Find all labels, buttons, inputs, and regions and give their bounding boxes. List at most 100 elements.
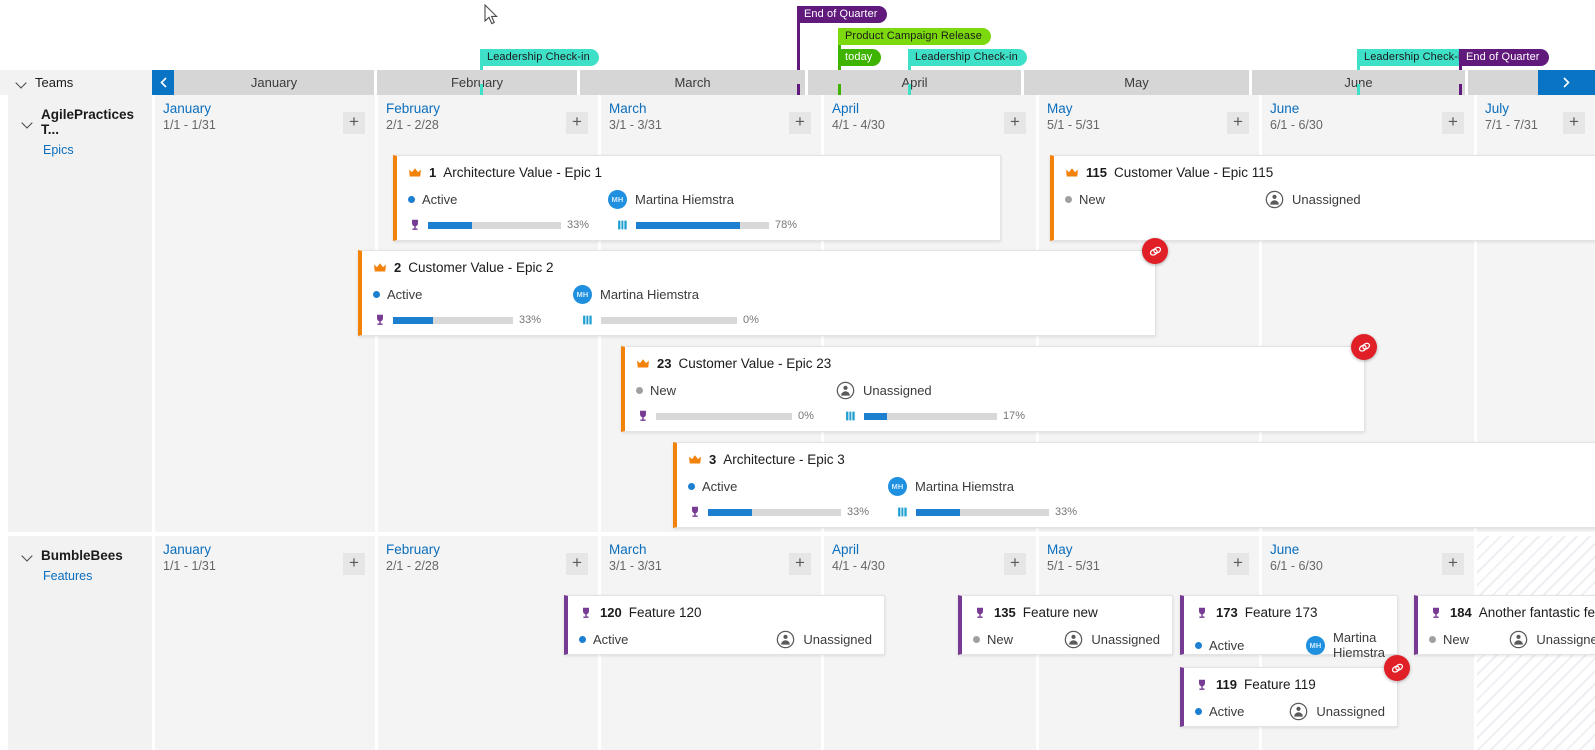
work-item-card[interactable]: 184Another fantastic featureNewUnassigne… <box>1414 595 1595 655</box>
work-item-id: 135 <box>994 605 1016 620</box>
stories-icon <box>581 313 595 327</box>
chevron-down-icon[interactable] <box>22 550 33 561</box>
progress-percent: 33% <box>1055 506 1085 518</box>
card-title-row: 135Feature new <box>973 605 1160 620</box>
add-item-button[interactable]: + <box>343 112 365 134</box>
add-item-button[interactable]: + <box>1563 112 1585 134</box>
work-item-card[interactable]: 2Customer Value - Epic 2ActiveMHMartina … <box>358 250 1156 336</box>
work-item-card[interactable]: 135Feature newNewUnassigned <box>958 595 1173 655</box>
month-cell-header: May5/1 - 5/31+ <box>1039 95 1259 140</box>
add-item-button[interactable]: + <box>1004 553 1026 575</box>
linked-items-badge[interactable] <box>1142 238 1168 264</box>
chevron-down-icon[interactable] <box>16 77 27 88</box>
unassigned-avatar-icon <box>1265 190 1284 209</box>
milestone-marker-band: Leadership Check-inEnd of QuarterProduct… <box>0 0 1595 70</box>
add-item-button[interactable]: + <box>789 553 811 575</box>
linked-items-badge[interactable] <box>1351 334 1377 360</box>
stories-icon <box>844 409 858 423</box>
teams-header[interactable]: Teams <box>0 70 152 95</box>
milestone-tick <box>480 84 483 95</box>
status-dot <box>408 196 415 203</box>
add-item-button[interactable]: + <box>1227 553 1249 575</box>
month-cell-header: April4/1 - 4/30+ <box>824 536 1036 581</box>
card-meta-row: ActiveMHMartina Hiemstra <box>408 190 988 209</box>
card-meta-row: ActiveMHMartina Hiemstra <box>688 477 1595 496</box>
work-item-id: 173 <box>1216 605 1238 620</box>
progress-bar-group: 33% <box>896 505 1085 519</box>
status-badge: New <box>973 632 1064 647</box>
add-item-button[interactable]: + <box>566 553 588 575</box>
assignee-name: Unassigned <box>803 632 872 647</box>
crown-icon <box>688 453 702 467</box>
backlog-level-link[interactable]: Epics <box>43 143 152 157</box>
team-name: BumbleBees <box>41 548 123 563</box>
unassigned-avatar-icon <box>1509 630 1528 649</box>
card-meta-row: ActiveMHMartina Hiemstra <box>373 285 1143 304</box>
chevron-down-icon[interactable] <box>22 117 33 128</box>
assignee: Unassigned <box>836 381 932 400</box>
status-dot <box>579 636 586 643</box>
trophy-icon <box>1195 606 1209 620</box>
assignee: Unassigned <box>1509 630 1595 649</box>
progress-bar-group: 33% <box>373 313 573 327</box>
chevron-left-icon <box>158 76 169 89</box>
chevron-right-icon <box>1561 76 1572 89</box>
next-period-button[interactable] <box>1538 70 1595 95</box>
add-item-button[interactable]: + <box>566 112 588 134</box>
month-header-january: January <box>174 70 374 95</box>
linked-items-badge[interactable] <box>1384 655 1410 681</box>
milestone-marker[interactable]: Leadership Check-in <box>480 49 599 66</box>
work-item-title: Another fantastic feature <box>1479 605 1595 620</box>
status-badge: Active <box>688 479 888 494</box>
work-item-card[interactable]: 119Feature 119ActiveUnassigned <box>1180 667 1398 727</box>
milestone-marker[interactable]: today <box>838 49 881 66</box>
chain-link-icon <box>1357 340 1372 355</box>
progress-percent: 78% <box>775 219 805 231</box>
progress-percent: 33% <box>847 506 877 518</box>
work-item-card[interactable]: 23Customer Value - Epic 23NewUnassigned0… <box>621 346 1365 432</box>
add-item-button[interactable]: + <box>1004 112 1026 134</box>
month-cell-header: June6/1 - 6/30+ <box>1262 536 1474 581</box>
progress-bar-group: 17% <box>844 409 1033 423</box>
work-item-card[interactable]: 1Architecture Value - Epic 1ActiveMHMart… <box>393 155 1001 241</box>
status-dot <box>373 291 380 298</box>
status-badge: Active <box>373 287 573 302</box>
timeline-cells: January1/1 - 1/31+February2/1 - 2/28+Mar… <box>152 95 1595 532</box>
add-item-button[interactable]: + <box>1442 553 1464 575</box>
milestone-marker[interactable]: End of Quarter <box>797 6 887 23</box>
crown-icon <box>636 357 650 371</box>
status-label: New <box>650 383 676 398</box>
work-item-card[interactable]: 3Architecture - Epic 3ActiveMHMartina Hi… <box>673 442 1595 528</box>
milestone-tick <box>797 84 800 95</box>
card-meta-row: New Unassigned <box>636 381 1352 400</box>
add-item-button[interactable]: + <box>1227 112 1249 134</box>
milestone-marker[interactable]: Product Campaign Release <box>838 28 991 45</box>
add-item-button[interactable]: + <box>1442 112 1464 134</box>
progress-track <box>864 413 997 420</box>
month-cell-header: March3/1 - 3/31+ <box>601 536 821 581</box>
trophy-icon <box>373 313 387 327</box>
status-label: Active <box>422 192 457 207</box>
progress-track <box>601 317 737 324</box>
milestone-marker[interactable]: End of Quarter <box>1459 49 1549 66</box>
backlog-level-link[interactable]: Features <box>43 569 152 583</box>
progress-bar-group: 78% <box>616 218 805 232</box>
milestone-marker[interactable]: Leadership Check-in <box>908 49 1027 66</box>
progress-percent: 0% <box>743 314 773 326</box>
work-item-card[interactable]: 173Feature 173ActiveMHMartina Hiemstra <box>1180 595 1398 655</box>
card-title-row: 23Customer Value - Epic 23 <box>636 356 1352 371</box>
work-item-id: 120 <box>600 605 622 620</box>
progress-percent: 17% <box>1003 410 1033 422</box>
unassigned-avatar-icon <box>1289 702 1308 721</box>
work-item-card[interactable]: 115Customer Value - Epic 115NewUnassigne… <box>1050 155 1595 241</box>
progress-track <box>636 222 769 229</box>
prev-period-button[interactable] <box>152 70 174 95</box>
status-label: Active <box>593 632 628 647</box>
work-item-card[interactable]: 120Feature 120ActiveUnassigned <box>564 595 885 655</box>
add-item-button[interactable]: + <box>789 112 811 134</box>
status-label: New <box>1079 192 1105 207</box>
add-item-button[interactable]: + <box>343 553 365 575</box>
milestone-marker[interactable]: Leadership Check-in <box>1357 49 1476 66</box>
stories-icon <box>616 218 630 232</box>
progress-bars: 33%78% <box>408 218 988 232</box>
